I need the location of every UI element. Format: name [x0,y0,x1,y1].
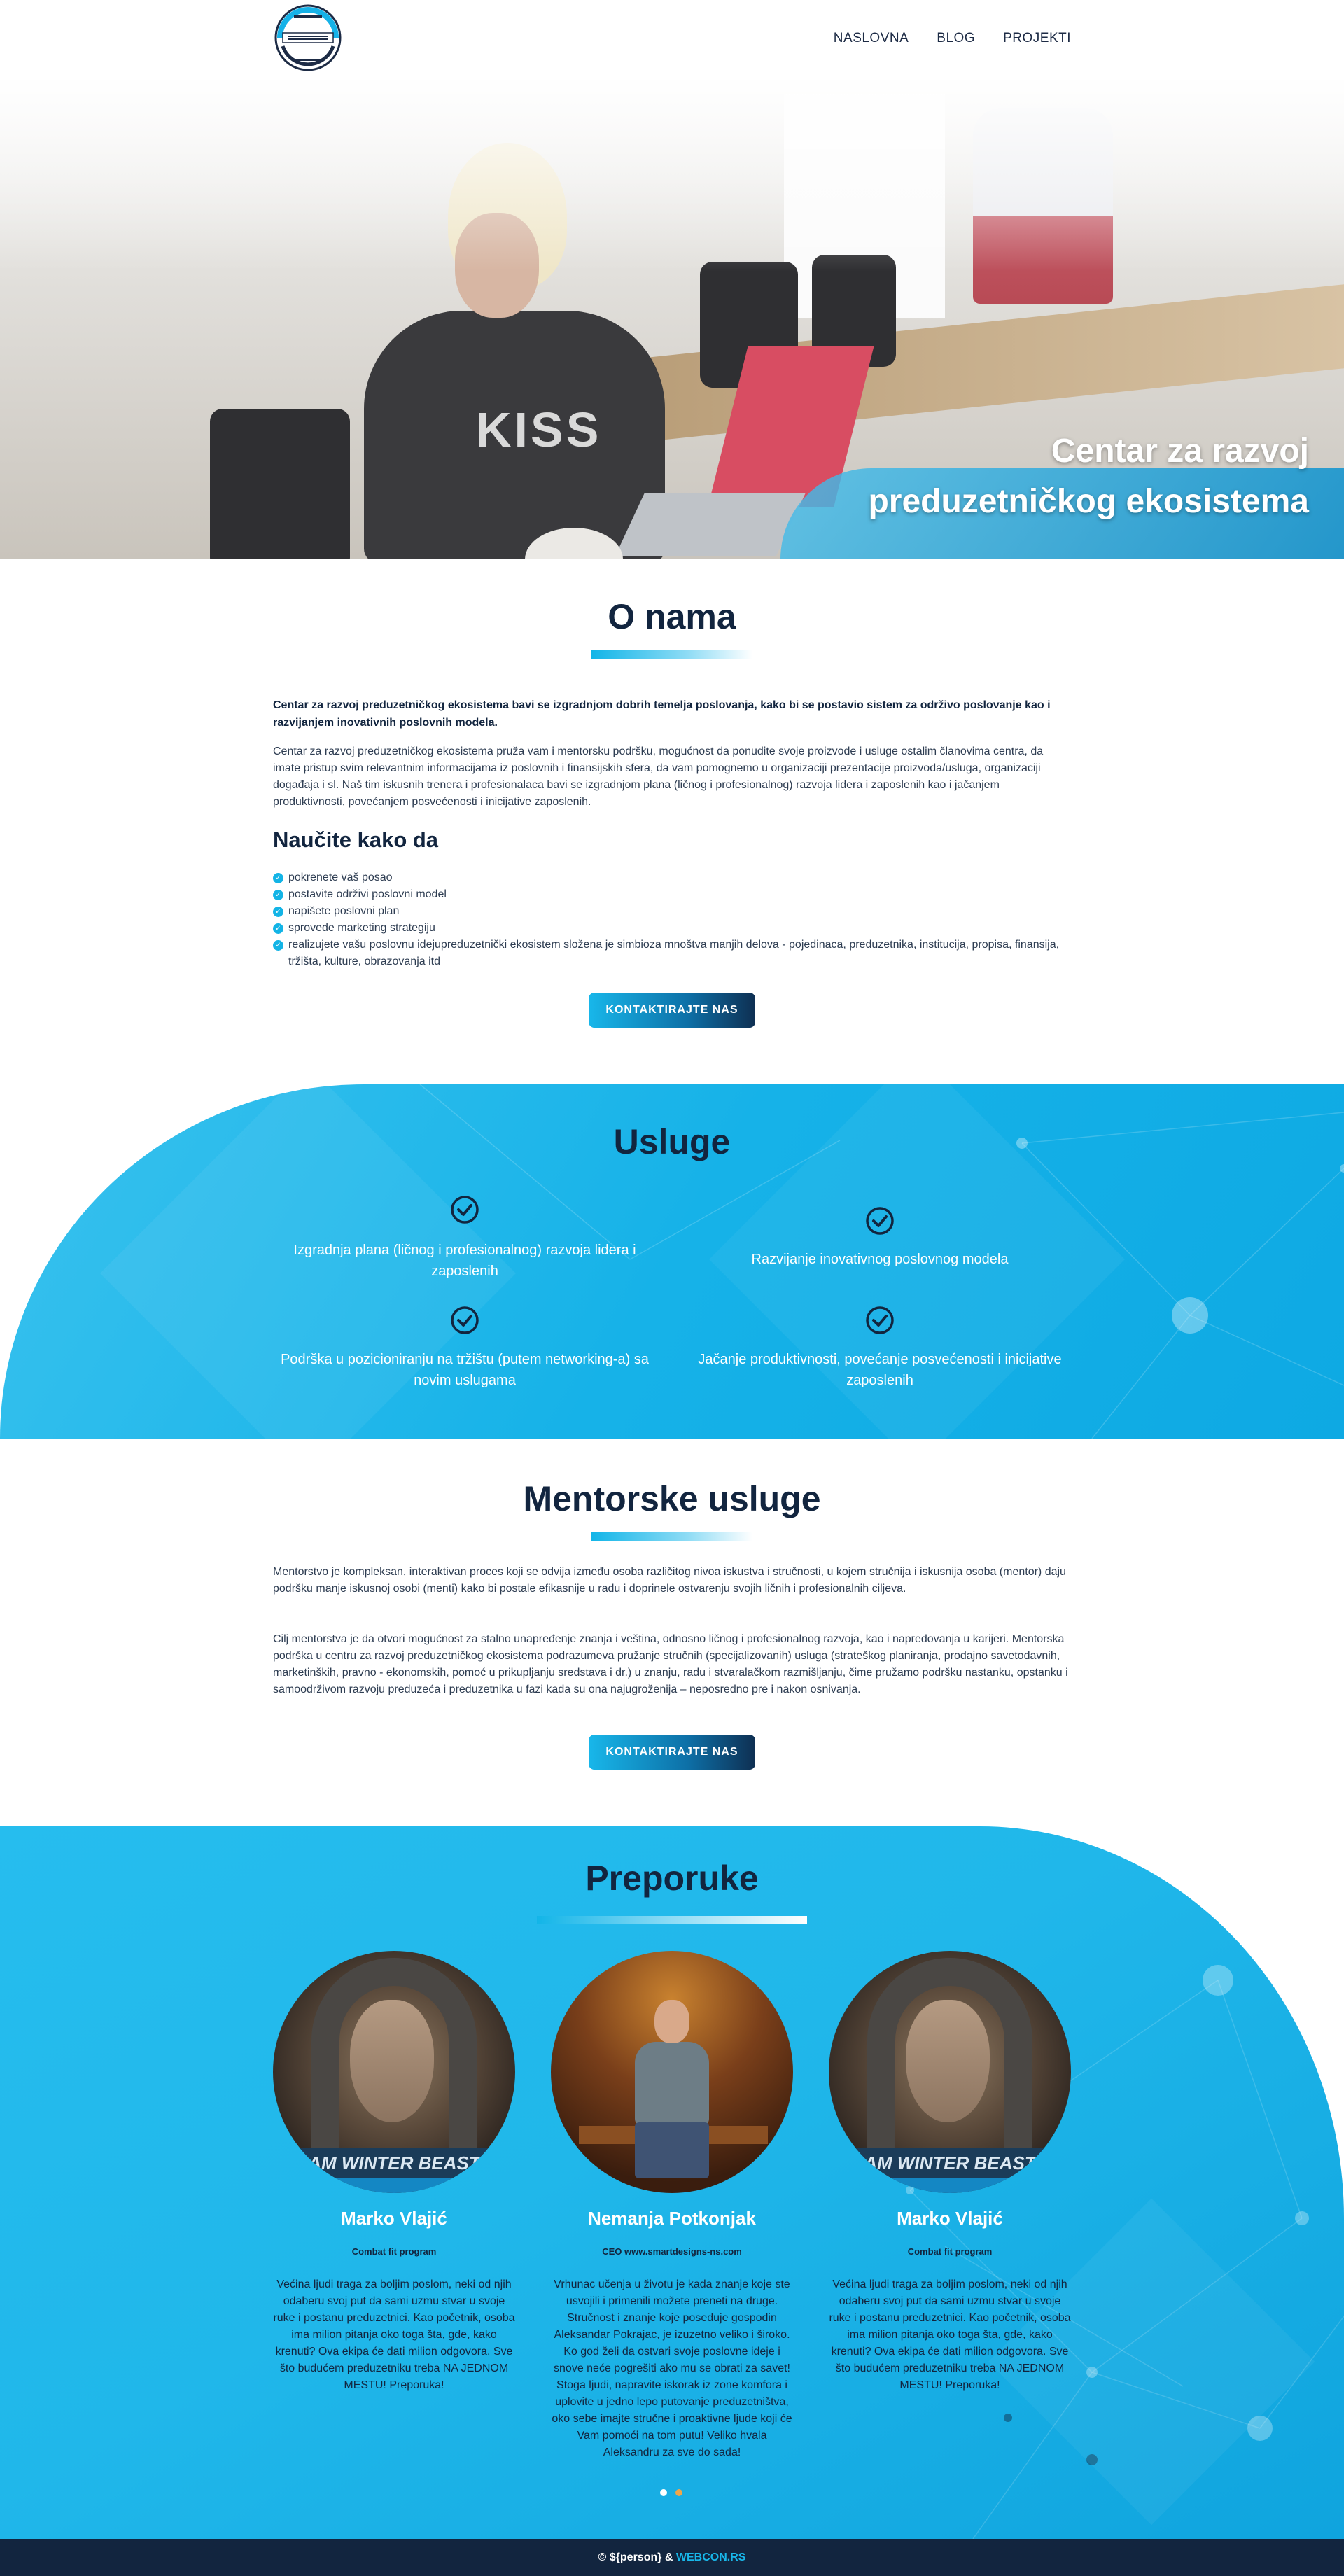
avatar-face [654,2000,690,2043]
list-item: ✓ realizujete vašu poslovnu idejupreduzet… [273,937,1071,970]
avatar-banner: AM WINTER BEAST [273,2148,515,2178]
hero-banner: KISS Centar za razvoj preduzetničkog eko… [0,80,1344,559]
footer-link[interactable]: WEBCON.RS [676,2552,746,2563]
list-item: ✓ napišete poslovni plan [273,903,1071,920]
recommendation-name: Nemanja Potkonjak [588,2208,756,2229]
about-intro: Centar za razvoj preduzetničkog ekosiste… [273,699,1051,729]
service-item: Izgradnja plana (ličnog i profesionalnog… [293,1242,636,1279]
hero-title-line: preduzetničkog ekosistema [868,483,1309,520]
avatar-face [350,2000,434,2122]
avatar-body [635,2042,709,2126]
check-icon: ✓ [273,923,284,934]
list-item: ✓ sprovede marketing strategiju [273,920,1071,937]
service-item: Razvijanje inovativnog poslovnog modela [751,1252,1009,1267]
about-title-bar [592,650,752,659]
nav-item-naslovna[interactable]: NASLOVNA [834,31,909,46]
services-title: Usluge [613,1122,731,1161]
carousel-dot-active[interactable] [660,2489,667,2496]
nav-item-projekti[interactable]: PROJEKTI [1003,31,1071,46]
learn-title: Naučite kako da [273,827,439,852]
avatar: AM WINTER BEAST [273,1951,515,2193]
check-circle-icon [866,1207,894,1235]
services-section: Usluge Izgradnja plana (ličnog i profesi… [0,1084,1344,1438]
check-icon: ✓ [273,940,284,951]
list-item-text: sprovede marketing strategiju [288,922,435,934]
site-header: NASLOVNA BLOG PROJEKTI [0,0,1344,80]
footer-copyright: © ${person} & [598,2552,676,2563]
avatar-bar [273,2178,515,2193]
recommendation-text: Većina ljudi traga za boljim poslom, nek… [273,2278,515,2391]
avatar-banner: AM WINTER BEAST [829,2148,1071,2178]
learn-list: ✓ pokrenete vaš posao ✓ postavite održivi … [273,869,1071,970]
nav-item-blog[interactable]: BLOG [937,31,975,46]
site-logo[interactable] [273,3,343,73]
check-icon: ✓ [273,890,284,900]
recommendation-role: Combat fit program [351,2246,437,2257]
list-item-text: postavite održivi poslovni model [288,888,447,900]
check-circle-icon [866,1306,894,1334]
carousel-dots [660,2489,682,2496]
hero-title-line: Centar za razvoj [1051,433,1309,470]
recommendation-text: Vrhunac učenja u životu je kada znanje k… [552,2278,792,2458]
contact-button[interactable]: KONTAKTIRAJTE NAS [589,1735,755,1770]
avatar [551,1951,793,2193]
site-footer: © ${person} & WEBCON.RS [0,2539,1344,2576]
recommendations-title: Preporuke [585,1858,759,1898]
avatar-legs [635,2122,709,2178]
mentoring-title: Mentorske usluge [523,1479,821,1518]
contact-button[interactable]: KONTAKTIRAJTE NAS [589,993,755,1028]
recommendation-role: Combat fit program [907,2246,993,2257]
recommendation-name: Marko Vlajić [897,2208,1003,2229]
list-item: ✓ pokrenete vaš posao [273,869,1071,886]
about-body: Centar za razvoj preduzetničkog ekosiste… [273,746,1044,808]
list-item-text: napišete poslovni plan [288,905,400,917]
avatar-face [906,2000,990,2122]
recommendations-section: Preporuke AM WINTER BEAST Marko Vlajić C… [0,1826,1344,2539]
recommendations-title-bar [537,1916,807,1924]
list-item-text: realizujete vašu poslovnu idejupreduzetn… [288,939,1060,967]
service-item: Jačanje produktivnosti, povećanje posveć… [698,1352,1062,1388]
main-nav: NASLOVNA BLOG PROJEKTI [834,31,1071,46]
carousel-dot[interactable] [676,2489,682,2496]
recommendation-name: Marko Vlajić [341,2208,447,2229]
avatar: AM WINTER BEAST [829,1951,1071,2193]
mentoring-paragraph: Cilj mentorstva je da otvori mogućnost z… [273,1633,1068,1695]
check-icon: ✓ [273,906,284,917]
check-icon: ✓ [273,873,284,883]
hero-title: Centar za razvoj preduzetničkog ekosiste… [868,426,1309,527]
mentoring-title-bar [592,1532,752,1541]
check-circle-icon [451,1306,479,1334]
about-title: O nama [608,597,736,636]
check-circle-icon [451,1196,479,1224]
list-item-text: pokrenete vaš posao [288,872,393,883]
list-item: ✓ postavite održivi poslovni model [273,886,1071,903]
recommendation-role: CEO www.smartdesigns-ns.com [602,2246,742,2257]
recommendation-text: Većina ljudi traga za boljim poslom, nek… [829,2278,1071,2391]
avatar-bar [829,2178,1071,2193]
mentoring-paragraph: Mentorstvo je kompleksan, interaktivan p… [273,1566,1066,1595]
service-item: Podrška u pozicioniranju na tržištu (put… [281,1352,649,1388]
